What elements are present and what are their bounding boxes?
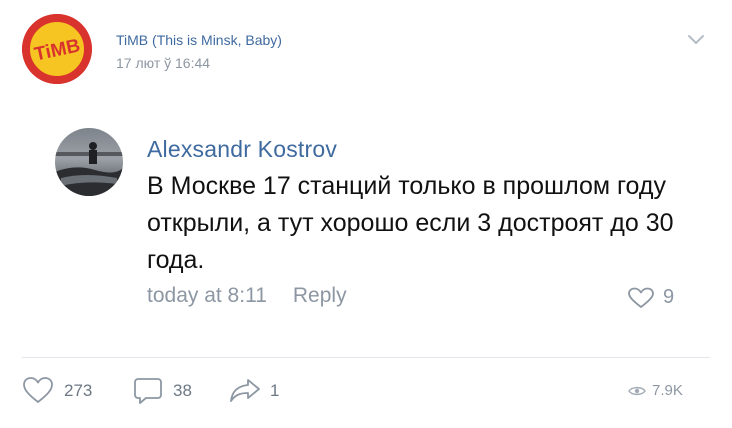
share-icon <box>230 379 260 402</box>
heart-icon <box>23 377 53 403</box>
comment-button[interactable]: 38 <box>133 374 213 408</box>
eye-icon <box>628 386 646 396</box>
comment-author-link[interactable]: Alexsandr Kostrov <box>147 136 337 163</box>
commenter-photo <box>55 128 123 196</box>
like-count: 273 <box>64 381 93 400</box>
comment-count: 38 <box>173 381 192 400</box>
comment-meta: today at 8:11 Reply <box>147 284 347 308</box>
heart-icon <box>628 287 654 308</box>
post-timestamp[interactable]: 17 лют ў 16:44 <box>116 55 210 71</box>
views-count: 7.9K <box>652 382 683 399</box>
group-avatar[interactable]: TiMB <box>22 14 92 84</box>
chevron-down-icon[interactable] <box>686 32 706 46</box>
commenter-avatar[interactable] <box>55 128 123 196</box>
comment-timestamp[interactable]: today at 8:11 <box>147 284 267 307</box>
comment-like-count: 9 <box>663 286 675 308</box>
comment-text: В Москве 17 станций только в прошлом год… <box>147 172 674 274</box>
timb-logo: TiMB <box>22 14 92 84</box>
share-count: 1 <box>270 381 280 400</box>
post-header: TiMB TiMB (This is Minsk, Baby) 17 лют ў… <box>22 14 712 94</box>
comment: Alexsandr Kostrov В Москве 17 станций то… <box>55 128 695 308</box>
post-actions: 273 38 1 7.9K <box>22 374 712 408</box>
reply-button[interactable]: Reply <box>293 284 347 307</box>
views-counter: 7.9K <box>628 382 708 402</box>
comment-icon <box>134 378 162 404</box>
group-name-link[interactable]: TiMB (This is Minsk, Baby) <box>116 32 282 48</box>
comment-like-button[interactable]: 9 <box>627 286 697 310</box>
divider <box>22 357 710 358</box>
share-button[interactable]: 1 <box>228 374 298 408</box>
like-button[interactable]: 273 <box>22 374 102 408</box>
